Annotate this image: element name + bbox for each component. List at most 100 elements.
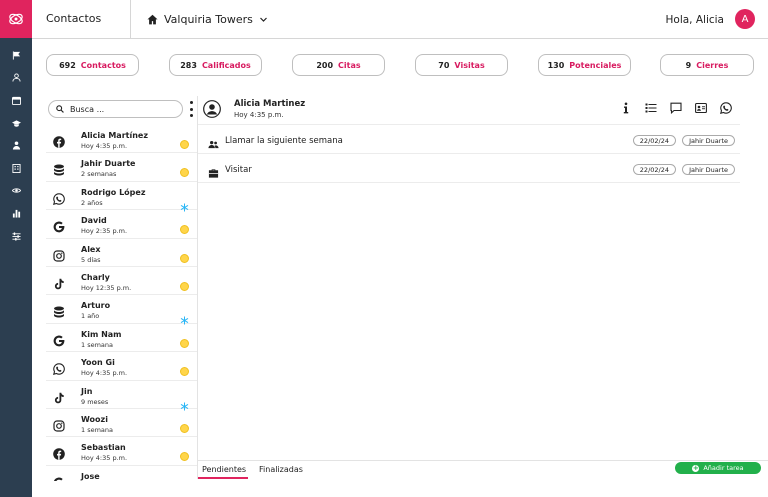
contact-time: 1 año xyxy=(81,312,100,321)
info-icon[interactable] xyxy=(620,102,632,114)
divider xyxy=(198,460,768,461)
chat-icon[interactable] xyxy=(670,102,682,114)
list-item[interactable]: Jahir Duarte 2 semanas xyxy=(46,153,197,182)
app-logo[interactable] xyxy=(0,0,32,38)
database-icon xyxy=(53,161,65,176)
sidebar-item-contacts[interactable] xyxy=(0,67,32,90)
facebook-icon xyxy=(53,445,65,461)
contact-time: 5 días xyxy=(81,255,101,264)
whatsapp-icon[interactable] xyxy=(720,102,732,114)
list-item[interactable]: Alicia Martínez Hoy 4:35 p.m. xyxy=(46,125,197,154)
calendar-icon xyxy=(11,96,21,105)
list-item[interactable]: Jose xyxy=(46,466,197,481)
stat-number: 692 xyxy=(59,60,76,70)
task-row[interactable]: Llamar la siguiente semana 22/02/24 Jahi… xyxy=(198,126,740,154)
contact-name: Alex xyxy=(81,244,101,254)
database-icon xyxy=(53,303,65,318)
stat-appointments[interactable]: 200 Citas xyxy=(292,54,385,76)
search-icon xyxy=(56,105,64,113)
stat-number: 200 xyxy=(316,60,334,70)
search-box xyxy=(48,100,183,118)
contact-detail-time: Hoy 4:35 p.m. xyxy=(234,111,284,119)
list-icon[interactable] xyxy=(645,102,657,114)
sidebar-item-training[interactable] xyxy=(0,112,32,135)
project-name: Valquiria Towers xyxy=(164,13,253,26)
sidebar-item-agents[interactable] xyxy=(0,134,32,157)
contact-time: 9 meses xyxy=(81,397,109,406)
contact-time: Hoy 12:35 p.m. xyxy=(81,283,132,292)
contact-list: Alicia Martínez Hoy 4:35 p.m. Jahir Duar… xyxy=(46,125,197,481)
task-row[interactable]: Visitar 22/02/24 Jahir Duarte xyxy=(198,155,740,183)
list-item[interactable]: David Hoy 2:35 p.m. xyxy=(46,210,197,239)
contact-name: Charly xyxy=(81,272,110,282)
snowflake-icon xyxy=(180,396,189,411)
sidebar-item-flag[interactable] xyxy=(0,44,32,67)
instagram-icon xyxy=(53,417,65,432)
contact-toolbar xyxy=(620,102,732,114)
tiktok-icon xyxy=(53,275,65,290)
sidebar-item-settings[interactable] xyxy=(0,225,32,248)
facebook-icon xyxy=(53,133,65,148)
sidebar-item-reports[interactable] xyxy=(0,202,32,225)
search-input[interactable] xyxy=(70,104,170,114)
stat-number: 9 xyxy=(685,60,692,70)
contact-name: Arturo xyxy=(81,301,111,311)
sidebar-item-calendar[interactable] xyxy=(0,89,32,112)
stat-visits[interactable]: 70 Visitas xyxy=(415,54,508,76)
divider xyxy=(130,0,131,39)
graduation-cap-icon xyxy=(11,119,21,127)
sidebar-item-views[interactable] xyxy=(0,180,32,203)
contact-name: Woozi xyxy=(81,414,108,424)
list-item[interactable]: Alex 5 días xyxy=(46,239,197,267)
list-item[interactable]: Sebastian Hoy 4:35 p.m. xyxy=(46,437,197,466)
contact-card-icon[interactable] xyxy=(695,102,707,114)
google-icon xyxy=(53,332,65,347)
google-icon xyxy=(53,218,65,233)
stat-closings[interactable]: 9 Cierres xyxy=(660,54,754,76)
sun-icon xyxy=(180,253,189,263)
stat-label: Cierres xyxy=(696,60,729,70)
list-item[interactable]: Arturo 1 año xyxy=(46,295,197,325)
stat-number: 70 xyxy=(438,60,450,70)
stat-label: Calificados xyxy=(201,60,251,70)
sun-icon xyxy=(180,140,189,149)
task-date-badge: 22/02/24 xyxy=(632,164,676,175)
task-label: Visitar xyxy=(225,165,252,175)
contact-name: Alicia Martínez xyxy=(81,131,148,140)
list-item[interactable]: Charly Hoy 12:35 p.m. xyxy=(46,267,197,296)
stat-potential[interactable]: 130 Potenciales xyxy=(538,54,631,76)
list-item[interactable]: Kim Nam 1 semana xyxy=(46,324,197,353)
list-item[interactable]: Woozi 1 semana xyxy=(46,409,197,438)
contact-name: Kim Nam xyxy=(81,329,122,339)
tiktok-icon xyxy=(53,389,65,403)
list-item[interactable]: Yoon Gi Hoy 4:35 p.m. xyxy=(46,352,197,381)
contact-detail-name: Alicia Martinez xyxy=(234,99,306,109)
user-greeting: Hola, Alicia xyxy=(665,14,725,26)
stat-contacts[interactable]: 692 Contactos xyxy=(46,54,139,76)
stat-qualified[interactable]: 283 Calificados xyxy=(169,54,262,76)
list-item[interactable]: Rodrigo López 2 años xyxy=(46,182,197,212)
group-icon xyxy=(208,135,219,149)
avatar[interactable]: A xyxy=(735,9,755,29)
project-selector[interactable]: Valquiria Towers xyxy=(147,13,268,26)
contact-avatar-icon xyxy=(203,100,221,118)
app-root: Contactos Valquiria Towers Hola, Alicia … xyxy=(0,0,768,497)
briefcase-icon xyxy=(208,164,219,178)
divider xyxy=(198,124,740,125)
contact-time: Hoy 4:35 p.m. xyxy=(81,369,128,378)
google-icon xyxy=(53,474,65,481)
contact-name: David xyxy=(81,216,107,226)
more-options-button[interactable] xyxy=(188,101,194,117)
contact-time: Hoy 4:35 p.m. xyxy=(81,142,128,150)
list-item[interactable]: Jin 9 meses xyxy=(46,381,197,411)
tab-pending[interactable]: Pendientes xyxy=(202,465,246,474)
tab-finished[interactable]: Finalizadas xyxy=(259,465,303,474)
add-task-button[interactable]: + Añadir tarea xyxy=(675,462,761,474)
whatsapp-icon xyxy=(53,190,65,205)
contact-name: Jose xyxy=(81,471,100,481)
sidebar-item-properties[interactable] xyxy=(0,157,32,180)
contact-name: Rodrigo López xyxy=(81,187,146,197)
sliders-icon xyxy=(11,231,21,241)
page-title: Contactos xyxy=(46,12,102,25)
contact-time: Hoy 2:35 p.m. xyxy=(81,227,128,236)
